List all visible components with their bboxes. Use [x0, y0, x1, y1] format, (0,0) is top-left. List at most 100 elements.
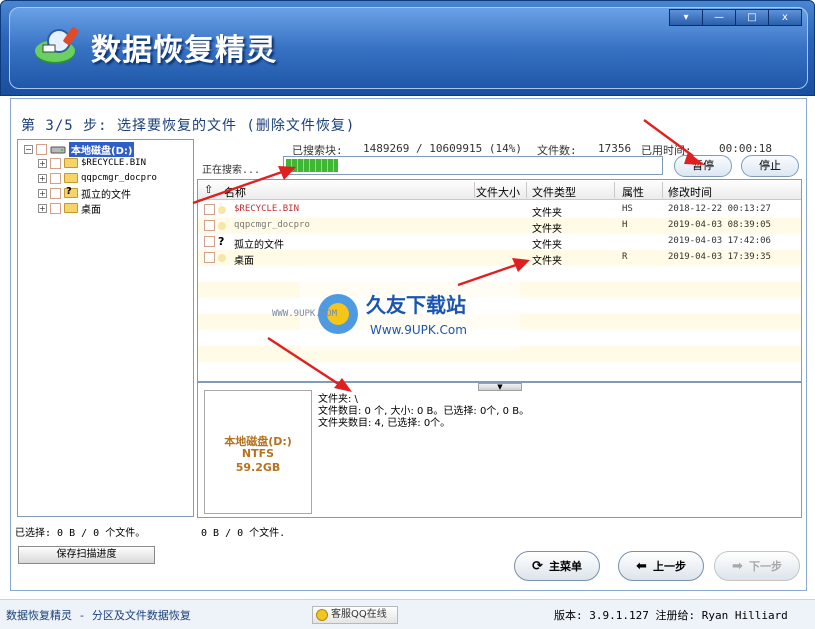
tree-item-label: $RECYCLE.BIN — [81, 158, 147, 168]
row-checkbox[interactable] — [204, 252, 215, 263]
column-divider[interactable] — [526, 182, 527, 198]
tree-checkbox[interactable] — [36, 143, 47, 155]
arrow-right-icon: ➡ — [732, 558, 743, 574]
tree-item-label: qqpcmgr_docpro — [81, 173, 157, 183]
next-step-button[interactable]: ➡ 下一步 — [714, 551, 800, 581]
tree-item[interactable]: + qqpcmgr_docpro — [38, 171, 157, 185]
info-folder-count: 文件夹数目: 4, 已选择: 0个。 — [318, 418, 451, 429]
column-divider[interactable] — [474, 182, 475, 198]
searching-label: 正在搜索... — [202, 165, 261, 176]
column-modified[interactable]: 修改时间 — [668, 184, 712, 200]
save-scan-progress-button[interactable]: 保存扫描进度 — [18, 546, 155, 564]
row-checkbox[interactable] — [204, 220, 215, 231]
arrow-left-icon: ⬅ — [636, 558, 647, 574]
qq-icon — [316, 609, 328, 621]
maximize-button[interactable]: □ — [735, 9, 769, 26]
app-logo-icon — [35, 27, 79, 64]
window-menu-button[interactable]: ▾ — [669, 9, 703, 26]
row-attr: H — [622, 220, 628, 230]
empty-row — [198, 330, 801, 346]
row-name: $RECYCLE.BIN — [234, 204, 300, 214]
disk-filesystem: NTFS — [241, 447, 275, 460]
row-type: 文件夹 — [532, 256, 562, 267]
files-value: 17356 — [598, 142, 632, 155]
column-type[interactable]: 文件类型 — [532, 184, 576, 200]
row-checkbox[interactable] — [204, 236, 215, 247]
tree-checkbox[interactable] — [50, 157, 61, 169]
file-list-header: ⇧ 名称 文件大小 文件类型 属性 修改时间 — [198, 180, 801, 200]
folder-icon — [64, 158, 78, 168]
footer-app-description: 数据恢复精灵 - 分区及文件数据恢复 — [6, 609, 191, 622]
folder-icon — [218, 222, 226, 230]
blocks-value: 1489269 / 10609915 (14%) — [363, 142, 522, 155]
main-menu-button[interactable]: ⟳ 主菜单 — [514, 551, 600, 581]
orphan-file-icon: ? — [218, 235, 225, 248]
info-panel: ▼ 本地磁盘(D:) NTFS 59.2GB 文件夹: \ 文件数目: 0 个,… — [197, 382, 802, 518]
row-modified: 2018-12-22 00:13:27 — [668, 204, 771, 214]
scan-progress-bar — [283, 156, 663, 175]
row-modified: 2019-04-03 17:39:35 — [668, 252, 771, 262]
close-button[interactable]: x — [768, 9, 802, 26]
selected-status: 已选择: 0 B / 0 个文件。 — [15, 528, 146, 539]
empty-row — [198, 362, 801, 378]
folder-icon — [64, 203, 78, 213]
tree-item[interactable]: + ? 孤立的文件 — [38, 186, 131, 201]
status-bar: 数据恢复精灵 - 分区及文件数据恢复 客服QQ在线 版本: 3.9.1.127 … — [0, 599, 815, 629]
prev-step-button[interactable]: ⬅ 上一步 — [618, 551, 704, 581]
tree-item[interactable]: + $RECYCLE.BIN — [38, 156, 146, 170]
expand-icon[interactable]: + — [38, 158, 47, 168]
table-row[interactable]: 桌面 文件夹 R 2019-04-03 17:39:35 — [198, 250, 801, 267]
elapsed-value: 00:00:18 — [719, 142, 772, 155]
minimize-button[interactable]: — — [702, 9, 736, 26]
row-type: 文件夹 — [532, 224, 562, 235]
qq-support-button[interactable]: 客服QQ在线 — [312, 606, 398, 624]
qq-support-label: 客服QQ在线 — [331, 609, 387, 620]
tree-checkbox[interactable] — [50, 187, 61, 199]
empty-row — [198, 282, 801, 298]
stop-button[interactable]: 停止 — [741, 155, 799, 177]
expand-icon[interactable]: + — [38, 188, 47, 198]
app-title-reflection: 数据恢复精灵 — [91, 46, 277, 57]
collapse-icon[interactable]: − — [24, 144, 33, 154]
folder-icon — [64, 173, 78, 183]
pause-button[interactable]: 暂停 — [674, 155, 732, 177]
folder-tree[interactable]: − 本地磁盘(D:) + $RECYCLE.BIN + qqpcmgr_docp… — [17, 139, 194, 517]
row-attr: HS — [622, 204, 633, 214]
window-controls: ▾ — □ x — [669, 9, 802, 26]
column-attr[interactable]: 属性 — [622, 184, 644, 200]
tree-item[interactable]: + 桌面 — [38, 201, 101, 216]
empty-row — [198, 298, 801, 314]
table-row[interactable]: $RECYCLE.BIN 文件夹 HS 2018-12-22 00:13:27 — [198, 202, 801, 219]
row-checkbox[interactable] — [204, 204, 215, 215]
tree-item-label: 孤立的文件 — [81, 189, 131, 201]
version-info: 版本: 3.9.1.127 注册给: Ryan Hilliard — [554, 609, 788, 622]
collapse-toggle[interactable]: ▼ — [478, 383, 522, 391]
column-divider[interactable] — [614, 182, 615, 198]
table-row[interactable]: qqpcmgr_docpro 文件夹 H 2019-04-03 08:39:05 — [198, 218, 801, 235]
tree-checkbox[interactable] — [50, 172, 61, 184]
main-panel: 第 3/5 步: 选择要恢复的文件 (删除文件恢复) − 本地磁盘(D:) + … — [10, 98, 807, 591]
scan-progress-fill — [286, 159, 339, 172]
step-title: 第 3/5 步: 选择要恢复的文件 (删除文件恢复) — [21, 118, 356, 134]
empty-row — [198, 266, 801, 282]
file-list[interactable]: ⇧ 名称 文件大小 文件类型 属性 修改时间 $RECYCLE.BIN 文件夹 … — [197, 179, 802, 382]
prev-step-label: 上一步 — [652, 560, 686, 573]
expand-icon[interactable]: + — [38, 203, 47, 213]
column-divider[interactable] — [662, 182, 663, 198]
column-size[interactable]: 文件大小 — [476, 184, 520, 200]
row-name: qqpcmgr_docpro — [234, 220, 310, 230]
folder-icon — [218, 254, 226, 262]
current-selection-status: 0 B / 0 个文件. — [201, 528, 286, 539]
disk-size: 59.2GB — [235, 461, 281, 474]
app-header: 数据恢复精灵 数据恢复精灵 ▾ — □ x — [0, 0, 815, 96]
table-row[interactable]: ? 孤立的文件 文件夹 2019-04-03 17:42:06 — [198, 234, 801, 251]
row-type: 文件夹 — [532, 208, 562, 219]
sort-up-icon[interactable]: ⇧ — [204, 183, 213, 196]
expand-icon[interactable]: + — [38, 173, 47, 183]
row-name: 桌面 — [234, 256, 254, 267]
tree-root[interactable]: − 本地磁盘(D:) — [24, 141, 135, 157]
column-name[interactable]: 名称 — [224, 184, 246, 200]
tree-item-label: 桌面 — [81, 204, 101, 216]
row-attr: R — [622, 252, 628, 262]
tree-checkbox[interactable] — [50, 202, 61, 214]
